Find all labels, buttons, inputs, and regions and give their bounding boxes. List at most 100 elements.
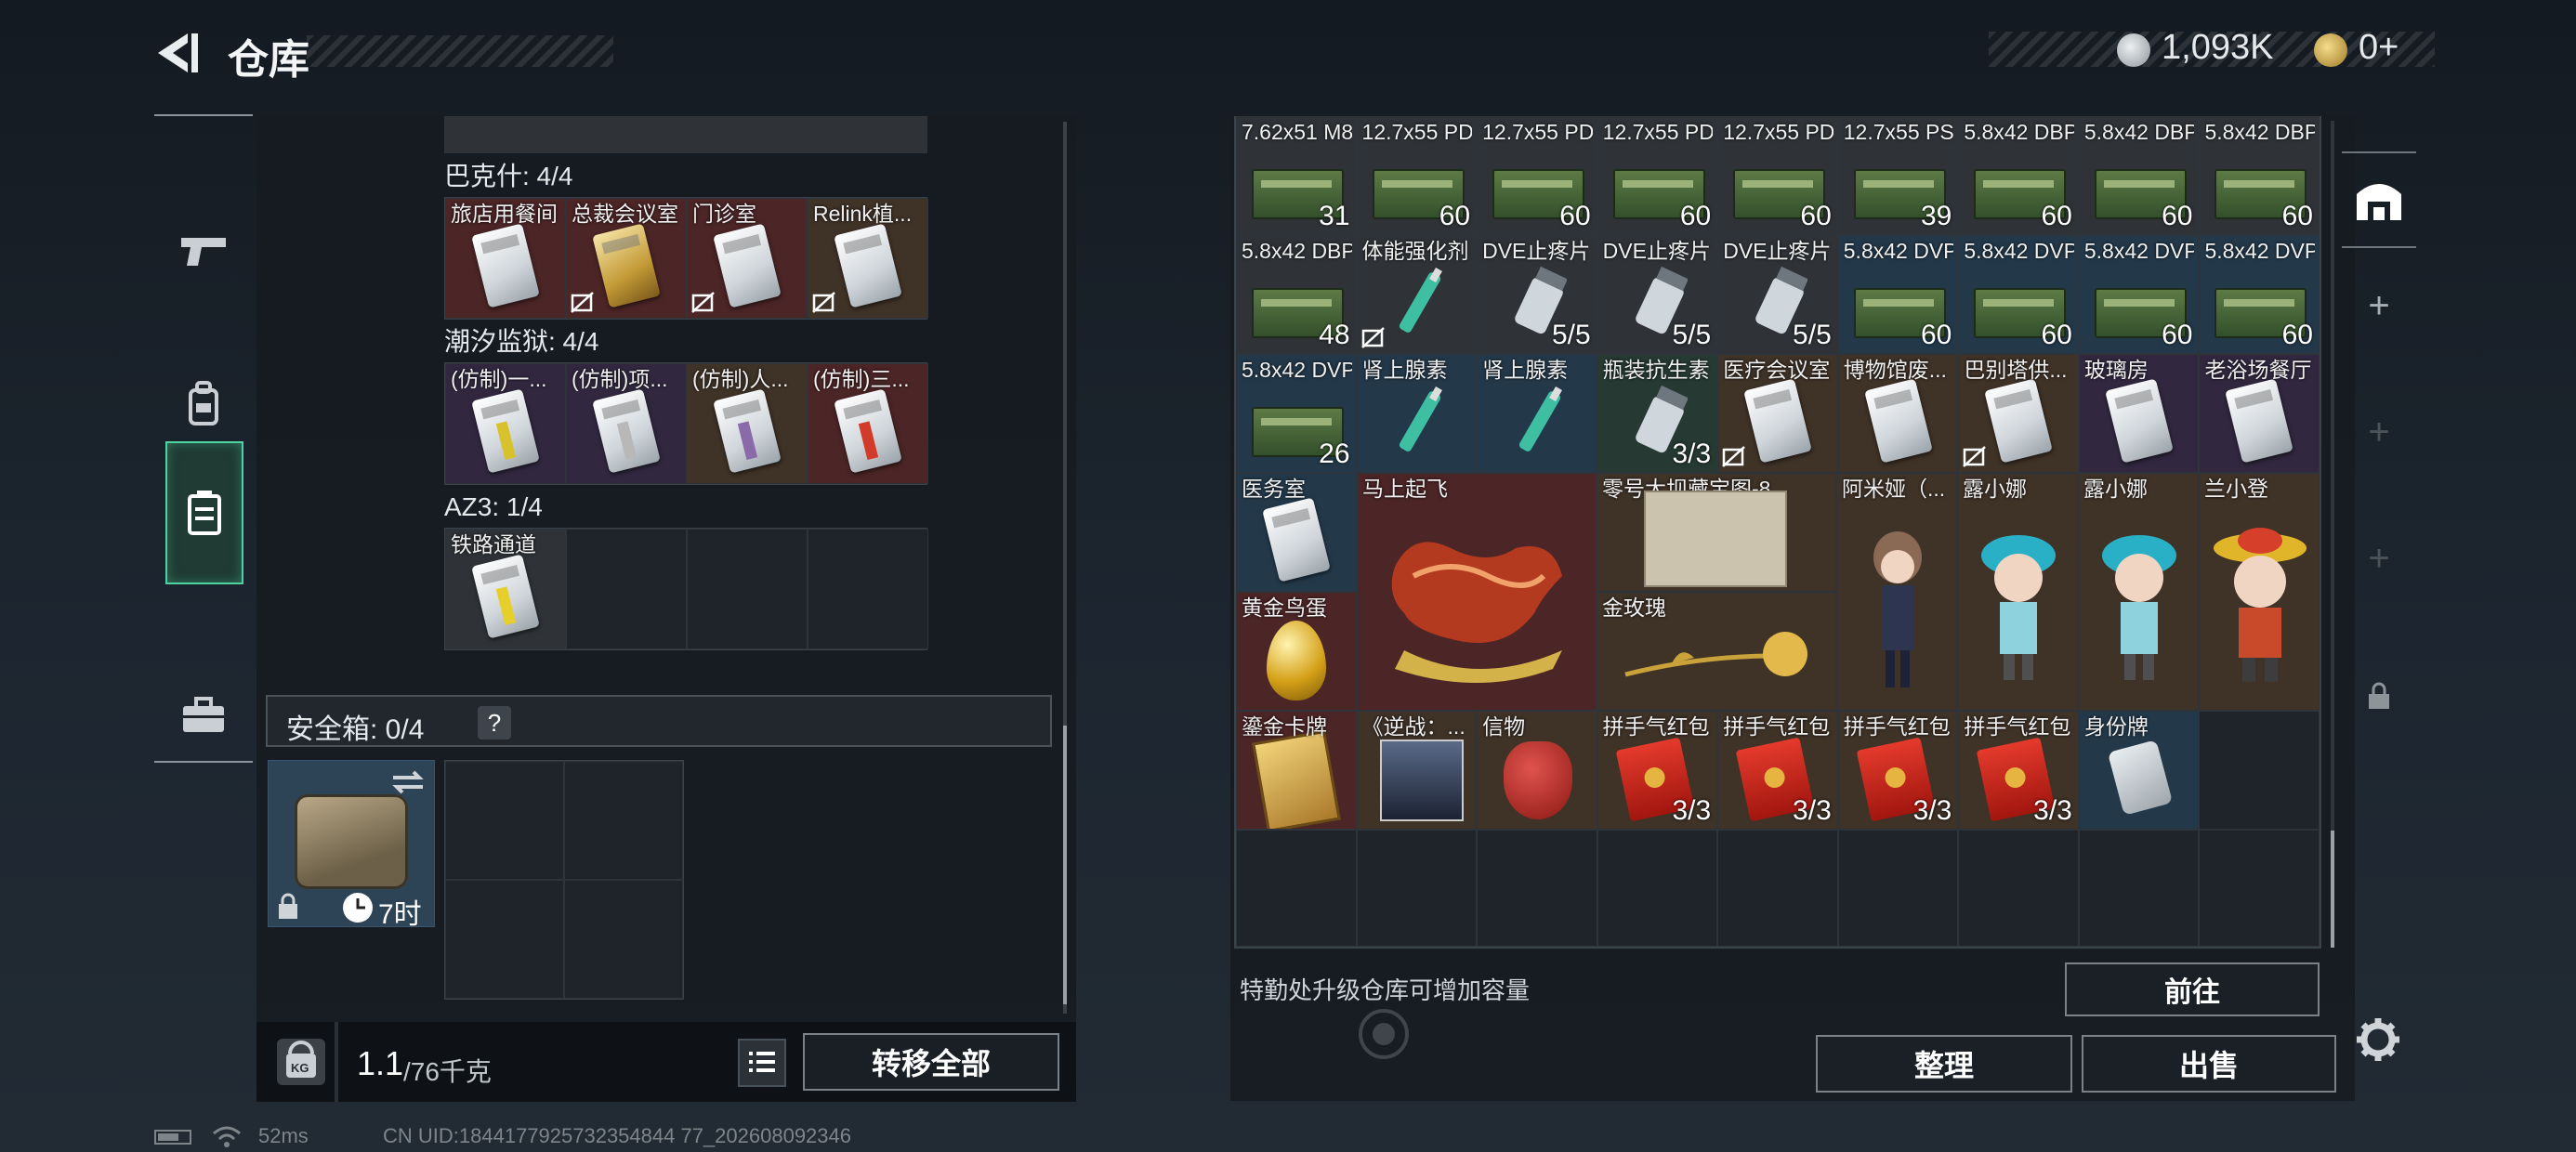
sell-button[interactable]: 出售 <box>2082 1035 2336 1093</box>
inventory-slot[interactable]: 马上起飞 <box>1357 473 1597 711</box>
inventory-slot[interactable]: 拼手气红包 3/3 <box>1837 711 1959 830</box>
inventory-slot[interactable]: 5.8x42 DVP88 60 <box>2078 235 2200 354</box>
tab-toolbox[interactable] <box>154 646 253 785</box>
item-quantity: 5/5 <box>1551 320 1591 350</box>
inventory-slot[interactable]: 5.8x42 DVP88 60 <box>1837 235 1959 354</box>
inventory-slot[interactable]: 5.8x42 DBP10 60 <box>2078 116 2200 235</box>
inventory-slot[interactable]: 12.7x55 PD12双头 60 <box>1717 116 1838 235</box>
safe-box-slot[interactable] <box>445 880 564 999</box>
scroll-track[interactable] <box>1063 122 1067 1014</box>
inventory-slot[interactable] <box>444 116 927 153</box>
key-card-slot[interactable]: (仿制)人... <box>687 363 808 484</box>
empty-slot[interactable] <box>1717 830 1838 947</box>
add-warehouse-button-1[interactable]: + <box>2351 285 2407 327</box>
key-card-slot[interactable]: 铁路通道 <box>445 529 566 649</box>
key-card-slot[interactable]: (仿制)三... <box>808 363 928 484</box>
inventory-slot[interactable]: DVE止疼片 5/5 <box>1597 235 1718 354</box>
empty-slot[interactable] <box>2199 711 2320 830</box>
safe-box-slot[interactable] <box>445 761 564 880</box>
warehouse-scroll-track[interactable] <box>2331 121 2334 948</box>
inventory-slot[interactable]: 巴别塔供... <box>1958 354 2079 473</box>
tab-weapons[interactable] <box>154 181 253 321</box>
inventory-slot[interactable]: 兰小登 <box>2199 473 2320 711</box>
add-warehouse-button-2[interactable]: + <box>2351 412 2407 453</box>
inventory-slot[interactable]: 金玫瑰 <box>1597 592 1836 711</box>
safe-box-container[interactable]: 7时 <box>268 760 435 930</box>
inventory-slot[interactable]: 12.7x55 PS12 39 <box>1837 116 1959 235</box>
inventory-slot[interactable]: 老浴场餐厅 <box>2199 354 2320 473</box>
coupon-value[interactable]: 0+ <box>2359 28 2399 68</box>
inventory-slot[interactable]: 12.7x55 PD12双头 60 <box>1477 116 1597 235</box>
inventory-slot[interactable]: 7.62x51 M80 31 <box>1236 116 1357 235</box>
inventory-slot[interactable]: 瓶装抗生素 3/3 <box>1597 354 1718 473</box>
inventory-slot[interactable]: 5.8x42 DBP10 48 <box>1236 235 1357 354</box>
inventory-slot[interactable]: 肾上腺素 <box>1477 354 1597 473</box>
inventory-slot[interactable]: 露小娜 <box>2078 473 2199 711</box>
tab-storage[interactable] <box>165 441 243 584</box>
item-quantity: 3/3 <box>1793 795 1832 826</box>
inventory-slot[interactable]: 医务室 <box>1236 473 1357 592</box>
inventory-slot[interactable]: 拼手气红包 3/3 <box>1717 711 1838 830</box>
key-card-slot[interactable]: 门诊室 <box>687 198 808 319</box>
item-name: 肾上腺素 <box>1361 358 1448 382</box>
inventory-slot[interactable]: 玻璃房 <box>2078 354 2200 473</box>
empty-slot[interactable] <box>2199 830 2320 947</box>
inventory-slot[interactable]: 身份牌 <box>2078 711 2200 830</box>
back-button[interactable] <box>156 30 201 76</box>
inventory-slot[interactable]: 黄金鸟蛋 <box>1236 592 1357 711</box>
item-name: 5.8x42 DBP10 <box>1242 239 1352 263</box>
warehouse-tab-main[interactable] <box>2342 151 2416 248</box>
add-warehouse-button-3[interactable]: + <box>2351 538 2407 580</box>
key-card-slot[interactable]: Relink植... <box>808 198 928 319</box>
organize-button[interactable]: 整理 <box>1816 1035 2072 1093</box>
list-view-button[interactable] <box>738 1039 786 1087</box>
inventory-slot[interactable]: DVE止疼片 5/5 <box>1717 235 1838 354</box>
swap-icon[interactable] <box>389 768 427 796</box>
key-card-slot[interactable]: 旅店用餐间 <box>445 198 566 319</box>
inventory-slot[interactable]: 5.8x42 DBP10 60 <box>1958 116 2079 235</box>
help-icon[interactable]: ? <box>478 706 511 740</box>
empty-slot[interactable] <box>1958 830 2079 947</box>
inventory-slot[interactable]: 鎏金卡牌 <box>1236 711 1357 830</box>
inventory-slot[interactable]: 12.7x55 PD12双头 60 <box>1356 116 1478 235</box>
goto-button[interactable]: 前往 <box>2065 962 2320 1016</box>
inventory-slot[interactable]: 5.8x42 DVP88 60 <box>1958 235 2079 354</box>
inventory-slot[interactable]: 阿米娅（... <box>1836 473 1957 711</box>
inventory-slot[interactable]: 肾上腺素 <box>1356 354 1478 473</box>
back-arrow-icon <box>158 33 198 72</box>
no-trade-icon <box>1963 446 1987 467</box>
warehouse-scroll-thumb[interactable] <box>2331 831 2334 948</box>
empty-slot[interactable] <box>1356 830 1478 947</box>
inventory-slot[interactable]: 12.7x55 PD12双头 60 <box>1597 116 1718 235</box>
inventory-slot[interactable]: 博物馆废... <box>1837 354 1959 473</box>
key-card-slot[interactable]: (仿制)项... <box>566 363 687 484</box>
item-name: 5.8x42 DVP88 <box>1242 358 1352 382</box>
empty-slot[interactable] <box>1597 830 1718 947</box>
inventory-slot[interactable]: 拼手气红包 3/3 <box>1958 711 2079 830</box>
safe-box-slot[interactable] <box>564 880 683 999</box>
scroll-thumb[interactable] <box>1063 726 1067 1004</box>
empty-slot[interactable] <box>1477 830 1597 947</box>
settings-gear-icon[interactable] <box>2355 1016 2401 1063</box>
empty-slot[interactable] <box>687 529 808 649</box>
inventory-slot[interactable]: 医疗会议室 <box>1717 354 1838 473</box>
key-card-slot[interactable]: 总裁会议室 <box>566 198 687 319</box>
inventory-slot[interactable]: 信物 <box>1477 711 1597 830</box>
inventory-slot[interactable]: 拼手气红包 3/3 <box>1597 711 1718 830</box>
empty-slot[interactable] <box>566 529 687 649</box>
empty-slot[interactable] <box>808 529 928 649</box>
inventory-slot[interactable]: 体能强化剂 <box>1356 235 1478 354</box>
empty-slot[interactable] <box>2078 830 2200 947</box>
key-card-slot[interactable]: (仿制)一... <box>445 363 566 484</box>
empty-slot[interactable] <box>1236 830 1357 947</box>
inventory-slot[interactable]: 露小娜 <box>1957 473 2078 711</box>
inventory-slot[interactable]: 5.8x42 DBP10 60 <box>2199 116 2320 235</box>
safe-box-slot[interactable] <box>564 761 683 880</box>
inventory-slot[interactable]: 5.8x42 DVP88 26 <box>1236 354 1357 473</box>
inventory-slot[interactable]: 零号大坝藏宝图-8 <box>1597 473 1836 592</box>
inventory-slot[interactable]: DVE止疼片 5/5 <box>1477 235 1597 354</box>
inventory-slot[interactable]: 5.8x42 DVP88 60 <box>2199 235 2320 354</box>
empty-slot[interactable] <box>1837 830 1959 947</box>
transfer-all-button[interactable]: 转移全部 <box>803 1033 1059 1091</box>
inventory-slot[interactable]: 《逆战：... <box>1356 711 1478 830</box>
